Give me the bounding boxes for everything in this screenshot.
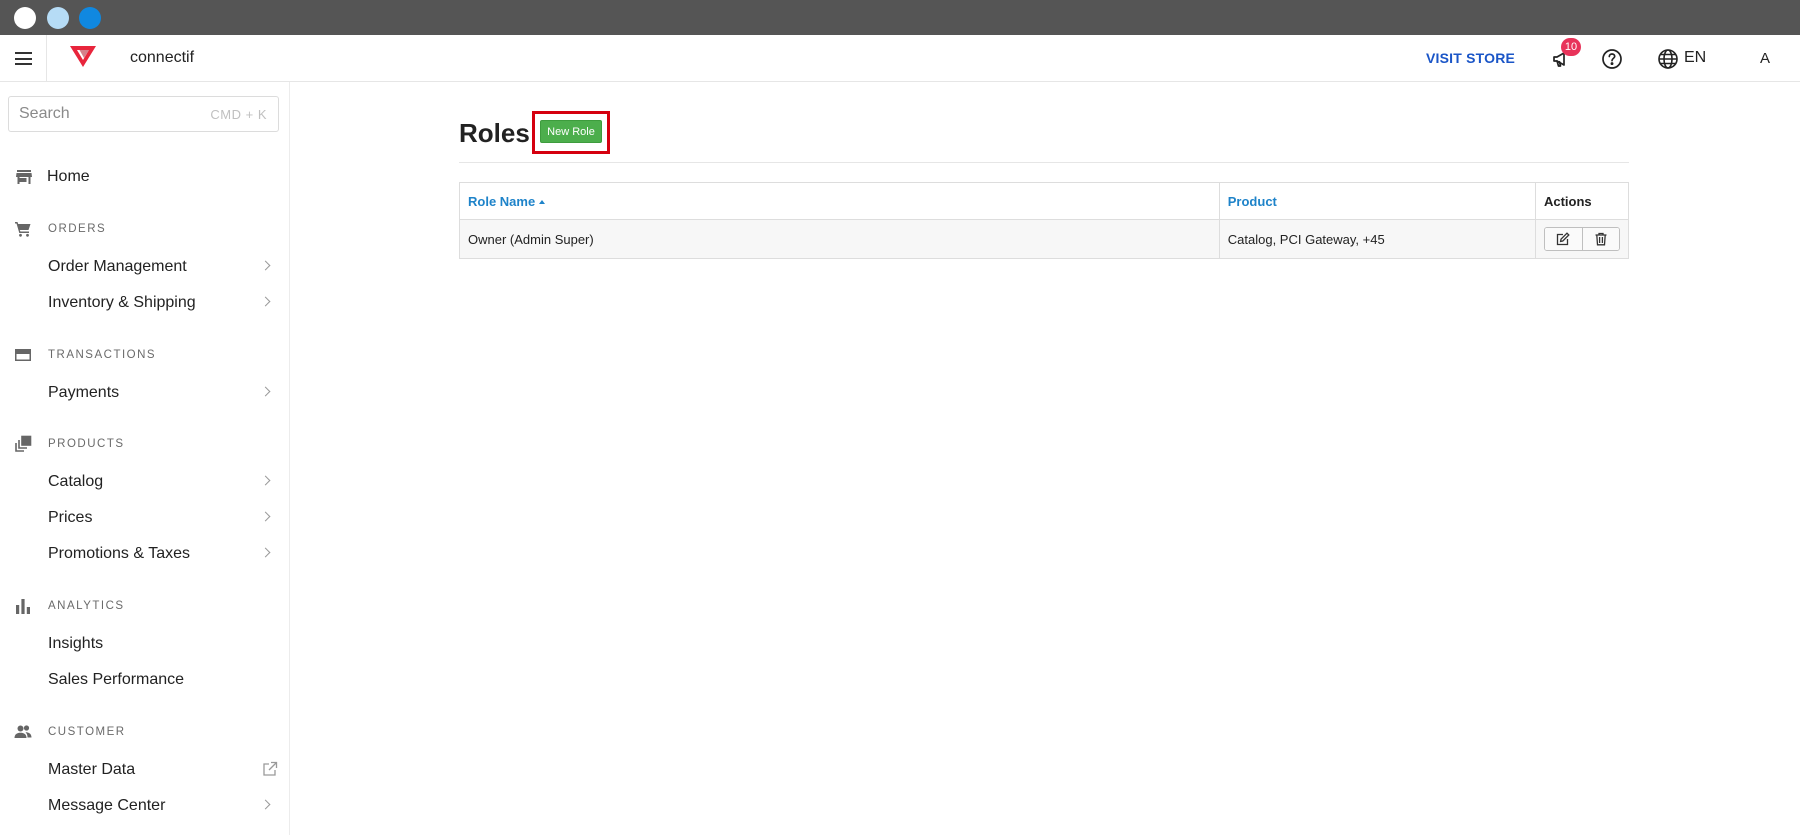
top-bar: connectif VISIT STORE 10 EN A xyxy=(0,35,1800,82)
question-circle-icon xyxy=(1602,49,1622,69)
sidebar-item-payments[interactable]: Payments xyxy=(0,378,290,408)
sidebar-item-insights[interactable]: Insights xyxy=(0,629,290,659)
table-header-row: Role Name Product Actions xyxy=(459,182,1630,220)
sidebar: CMD + K Home ORDERS Order Management Inv… xyxy=(0,82,290,835)
cell-product: Catalog, PCI Gateway, +45 xyxy=(1218,219,1536,259)
sidebar-item-prices[interactable]: Prices xyxy=(0,503,290,533)
sidebar-item-promotions-taxes[interactable]: Promotions & Taxes xyxy=(0,539,290,569)
sidebar-section-analytics: ANALYTICS xyxy=(0,594,290,618)
sidebar-item-catalog[interactable]: Catalog xyxy=(0,467,290,497)
chevron-right-icon xyxy=(260,799,271,810)
chevron-right-icon xyxy=(260,475,271,486)
window-close-button[interactable] xyxy=(14,7,36,29)
sidebar-section-label: CUSTOMER xyxy=(48,726,126,738)
sidebar-section-transactions: TRANSACTIONS xyxy=(0,343,290,367)
edit-icon xyxy=(1557,232,1571,246)
people-icon xyxy=(14,725,32,738)
globe-icon xyxy=(1658,49,1678,69)
sidebar-item-label: Sales Performance xyxy=(48,671,185,688)
sidebar-item-label: Home xyxy=(47,168,90,185)
row-actions xyxy=(1543,227,1620,251)
column-header-actions: Actions xyxy=(1534,182,1630,220)
chevron-right-icon xyxy=(260,386,271,397)
roles-table: Role Name Product Actions Owner (Admin S… xyxy=(459,182,1630,259)
trash-icon xyxy=(1595,232,1607,246)
products-icon xyxy=(15,435,32,452)
page-title: Roles xyxy=(459,118,530,148)
main-content: Roles New Role Role Name Product Actions… xyxy=(291,82,1800,835)
sidebar-item-sales-performance[interactable]: Sales Performance xyxy=(0,665,290,695)
external-link-icon xyxy=(263,761,278,776)
chevron-right-icon xyxy=(260,296,271,307)
edit-button[interactable] xyxy=(1544,228,1582,250)
brand-name: connectif xyxy=(130,49,195,66)
user-avatar[interactable]: A xyxy=(1753,47,1777,71)
visit-store-link[interactable]: VISIT STORE xyxy=(1426,50,1515,66)
notification-count-badge: 10 xyxy=(1561,38,1581,56)
sidebar-section-orders: ORDERS xyxy=(0,217,290,241)
sidebar-section-label: ORDERS xyxy=(48,223,107,235)
highlight-box: New Role xyxy=(532,111,610,154)
column-header-product[interactable]: Product xyxy=(1218,182,1536,220)
card-icon xyxy=(15,349,31,361)
cart-icon xyxy=(15,222,31,237)
language-selector[interactable] xyxy=(1656,47,1680,71)
sidebar-item-label: Insights xyxy=(48,635,104,652)
language-label[interactable]: EN xyxy=(1684,49,1706,67)
window-titlebar xyxy=(0,0,1800,35)
column-header-label: Actions xyxy=(1543,193,1592,209)
sidebar-item-home[interactable]: Home xyxy=(0,162,290,192)
new-role-button[interactable]: New Role xyxy=(540,120,602,143)
sidebar-section-label: TRANSACTIONS xyxy=(48,349,157,361)
chevron-right-icon xyxy=(260,547,271,558)
sidebar-item-inventory-shipping[interactable]: Inventory & Shipping xyxy=(0,288,290,318)
window-maximize-button[interactable] xyxy=(79,7,101,29)
sidebar-section-label: PRODUCTS xyxy=(48,438,125,450)
sidebar-item-label: Promotions & Taxes xyxy=(48,545,190,562)
cell-role-name: Owner (Admin Super) xyxy=(459,219,1220,259)
sidebar-item-label: Catalog xyxy=(48,473,104,490)
hamburger-icon xyxy=(14,52,32,65)
divider xyxy=(459,162,1629,163)
delete-button[interactable] xyxy=(1581,228,1619,250)
sidebar-item-label: Message Center xyxy=(48,797,166,814)
sidebar-item-label: Master Data xyxy=(48,761,136,778)
sidebar-item-message-center[interactable]: Message Center xyxy=(0,791,290,821)
sidebar-item-label: Prices xyxy=(48,509,93,526)
cell-actions xyxy=(1534,219,1630,259)
sidebar-item-master-data[interactable]: Master Data xyxy=(0,755,290,785)
search-box[interactable]: CMD + K xyxy=(8,96,279,132)
sidebar-item-label: Payments xyxy=(48,384,120,401)
hamburger-menu-button[interactable] xyxy=(0,35,47,82)
bar-chart-icon xyxy=(16,599,30,614)
chevron-right-icon xyxy=(260,260,271,271)
sidebar-section-products: PRODUCTS xyxy=(0,432,290,456)
sidebar-section-customer: CUSTOMER xyxy=(0,720,290,744)
brand-logo-icon[interactable] xyxy=(69,44,97,68)
search-input[interactable] xyxy=(9,97,199,131)
column-header-role-name[interactable]: Role Name xyxy=(459,182,1220,220)
sidebar-item-label: Order Management xyxy=(48,258,187,275)
table-row: Owner (Admin Super) Catalog, PCI Gateway… xyxy=(459,219,1630,259)
column-header-label: Role Name xyxy=(468,193,536,209)
help-button[interactable] xyxy=(1600,47,1624,71)
sort-ascending-icon xyxy=(539,199,546,204)
sidebar-item-order-management[interactable]: Order Management xyxy=(0,252,290,282)
chevron-right-icon xyxy=(260,511,271,522)
sidebar-item-label: Inventory & Shipping xyxy=(48,294,196,311)
store-icon xyxy=(16,170,32,184)
search-shortcut-hint: CMD + K xyxy=(210,107,267,122)
sidebar-section-label: ANALYTICS xyxy=(48,600,125,612)
window-minimize-button[interactable] xyxy=(47,7,69,29)
column-header-label: Product xyxy=(1227,193,1277,209)
